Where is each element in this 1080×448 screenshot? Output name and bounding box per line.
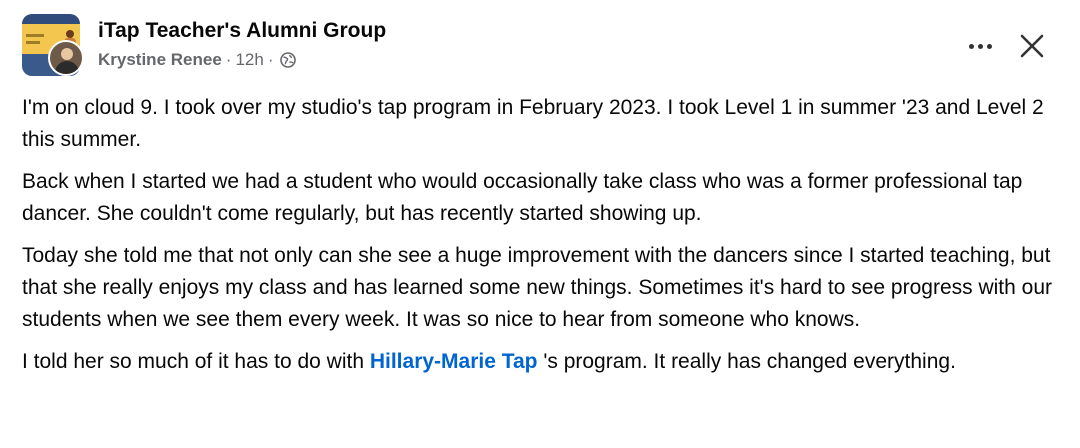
post-paragraph: I told her so much of it has to do with … [22,346,1058,378]
post-header: iTap Teacher's Alumni Group Krystine Ren… [22,14,386,78]
paragraph-text: I told her so much of it has to do with [22,350,370,373]
post-card: iTap Teacher's Alumni Group Krystine Ren… [0,0,1080,448]
post-meta: iTap Teacher's Alumni Group Krystine Ren… [98,17,386,71]
mention-link[interactable]: Hillary-Marie Tap [370,350,538,373]
more-options-button[interactable] [960,30,1000,62]
close-icon [1020,34,1044,58]
author-name-link[interactable]: Krystine Renee [98,49,222,71]
paragraph-text: 's program. It really has changed everyt… [537,350,956,373]
group-name-link[interactable]: iTap Teacher's Alumni Group [98,17,386,45]
post-body: I'm on cloud 9. I took over my studio's … [22,92,1058,388]
post-actions [960,28,1050,64]
post-paragraph: Today she told me that not only can she … [22,244,1053,331]
post-timestamp[interactable]: 12h [235,49,263,71]
separator: · [267,50,274,69]
post-paragraph: Back when I started we had a student who… [22,170,1023,225]
separator: · [225,50,232,69]
close-button[interactable] [1014,28,1050,64]
more-horizontal-icon [968,43,974,49]
author-avatar[interactable] [48,40,84,76]
post-subline: Krystine Renee · 12h · [98,49,386,71]
post-paragraph: I'm on cloud 9. I took over my studio's … [22,96,1044,151]
globe-icon [279,52,296,68]
